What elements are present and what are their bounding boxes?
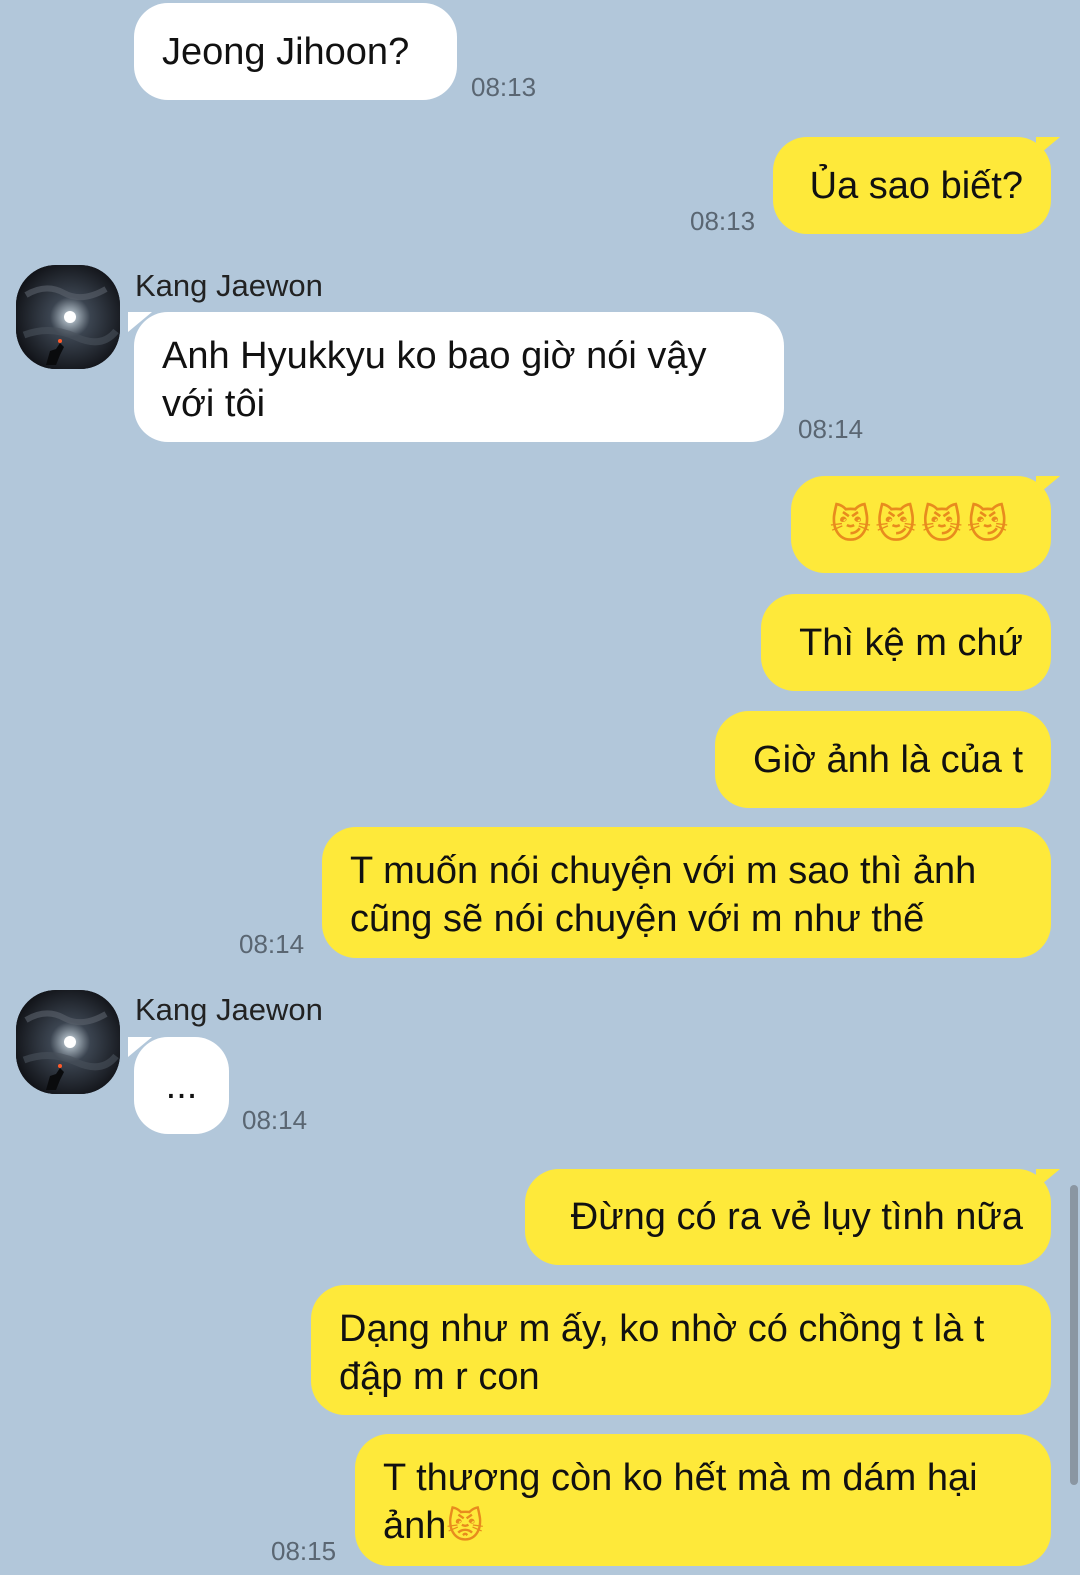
night-sky-avatar-image [16,265,120,369]
message-timestamp: 08:13 [471,72,537,102]
message-text: Giờ ảnh là của t [753,738,1023,781]
message-text: ảnh [383,1505,447,1547]
outgoing-message-bubble[interactable]: T muốn nói chuyện với m sao thì ảnh cũng… [322,827,1051,958]
message-timestamp: 08:15 [271,1536,337,1566]
outgoing-message-bubble[interactable]: Đừng có ra vẻ lụy tình nữa [525,1169,1051,1265]
contact-avatar[interactable] [16,265,120,369]
message-timestamp: 08:14 [239,929,305,959]
smirking-cat-icon: 😼 [966,501,1009,548]
message-timestamp: 08:14 [798,414,864,444]
chat-scrollbar[interactable] [1070,1185,1078,1485]
smirking-cat-icon: 😼 [875,501,917,548]
message-text-line: T thương còn ko hết mà m dám hại [383,1457,978,1499]
outgoing-message-bubble[interactable]: 😼 😼 😼 😼 [791,476,1051,573]
bubble-tail [1036,137,1060,157]
message-text-line: Dạng như m ấy, ko nhờ có chồng t là t [339,1308,985,1350]
outgoing-message-bubble[interactable]: T thương còn ko hết mà m dám hại ảnh😾 [355,1434,1051,1566]
incoming-message-bubble[interactable]: Jeong Jihoon? [134,3,457,100]
message-text: Thì kệ m chứ [799,621,1023,664]
outgoing-message-bubble[interactable]: Ủa sao biết? [773,137,1051,234]
smirking-cat-icon: 😼 [921,501,963,548]
message-text-line: đập m r con [339,1356,540,1398]
message-text: Jeong Jihoon? [162,30,410,73]
contact-name: Kang Jaewon [135,992,323,1027]
message-text-line-with-emoji: ảnh😾 [383,1502,488,1551]
incoming-message-bubble[interactable]: ... [134,1037,229,1134]
message-text-line: cũng sẽ nói chuyện với m như thế [350,898,925,940]
message-timestamp: 08:13 [690,206,756,236]
message-text-line: Anh Hyukkyu ko bao giờ nói vậy [162,335,707,377]
message-timestamp: 08:14 [242,1105,308,1135]
message-text-line: T muốn nói chuyện với m sao thì ảnh [350,850,977,892]
message-text: Đừng có ra vẻ lụy tình nữa [570,1196,1023,1238]
bubble-tail [1036,1169,1060,1189]
bubble-tail [1036,476,1060,496]
night-sky-avatar-image [16,990,120,1094]
outgoing-message-bubble[interactable]: Thì kệ m chứ [761,594,1051,691]
pouting-cat-icon: 😾 [446,1506,484,1547]
contact-avatar[interactable] [16,990,120,1094]
smirking-cat-icon: 😼 [829,501,872,548]
message-text: ... [165,1064,198,1107]
contact-name: Kang Jaewon [135,268,323,303]
outgoing-message-bubble[interactable]: Dạng như m ấy, ko nhờ có chồng t là t đậ… [311,1285,1051,1415]
message-text-line: với tôi [162,383,266,425]
outgoing-message-bubble[interactable]: Giờ ảnh là của t [715,711,1051,808]
message-text: Ủa sao biết? [809,164,1023,207]
incoming-message-bubble[interactable]: Anh Hyukkyu ko bao giờ nói vậy với tôi [134,312,784,442]
